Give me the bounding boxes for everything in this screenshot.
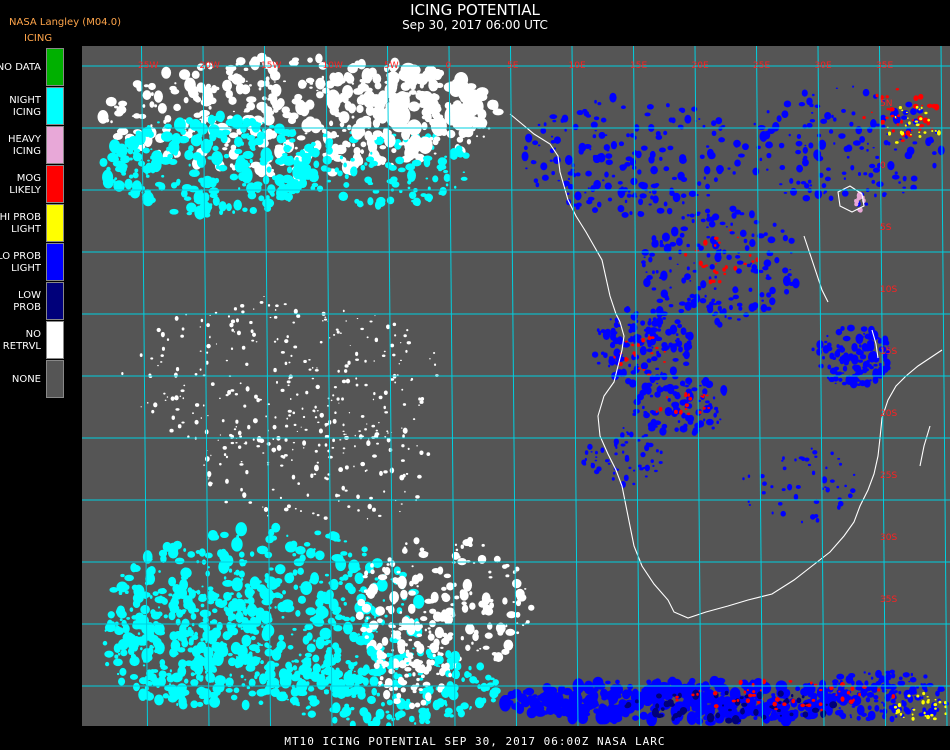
legend-label: MOG LIKELY — [9, 172, 41, 196]
longitude-label: 25W — [138, 61, 158, 71]
map-date: Sep 30, 2017 06:00 UTC — [402, 18, 548, 32]
legend-label: HI PROB LIGHT — [0, 211, 41, 235]
longitude-label: 25E — [753, 61, 770, 71]
legend-label: LOW PROB — [13, 289, 41, 313]
longitude-label: 5W — [384, 61, 399, 71]
longitude-label: 20W — [200, 61, 220, 71]
longitude-label: 20E — [692, 61, 709, 71]
legend-swatch — [46, 321, 64, 359]
latitude-label: 5S — [880, 223, 892, 233]
latitude-label: 10S — [880, 285, 897, 295]
source-label: NASA Langley (M04.0) — [9, 17, 121, 28]
legend-swatch — [46, 48, 64, 86]
latitude-label: 5N — [880, 99, 892, 109]
footer-caption: MT10 ICING POTENTIAL SEP 30, 2017 06:00Z… — [284, 735, 666, 748]
legend-label: HEAVY ICING — [8, 133, 41, 157]
legend-item: LOW PROB — [0, 282, 66, 321]
legend-item: NONE — [0, 360, 66, 399]
legend-label: NO DATA — [0, 61, 41, 73]
latitude-label: 35S — [880, 595, 897, 605]
legend-item: NO RETRVL — [0, 321, 66, 360]
legend-title: ICING — [24, 33, 53, 44]
legend-label: NIGHT ICING — [9, 94, 41, 118]
legend-label: LO PROB LIGHT — [0, 250, 41, 274]
longitude-label: 15W — [261, 61, 281, 71]
legend-swatch — [46, 243, 64, 281]
legend-item: MOG LIKELY — [0, 165, 66, 204]
legend-item: HEAVY ICING — [0, 126, 66, 165]
latitude-label: 20S — [880, 409, 897, 419]
legend-label: NO RETRVL — [2, 328, 41, 352]
longitude-label: 35E — [876, 61, 893, 71]
legend: NO DATA NIGHT ICING HEAVY ICING MOG LIKELY H… — [0, 48, 66, 399]
longitude-label: 0 — [446, 61, 452, 71]
longitude-label: 10E — [569, 61, 586, 71]
legend-item: NIGHT ICING — [0, 87, 66, 126]
legend-item: LO PROB LIGHT — [0, 243, 66, 282]
legend-item: NO DATA — [0, 48, 66, 87]
map-title: ICING POTENTIAL — [410, 1, 540, 19]
latitude-label: 25S — [880, 471, 897, 481]
longitude-label: 30E — [815, 61, 832, 71]
legend-swatch — [46, 204, 64, 242]
legend-swatch — [46, 165, 64, 203]
legend-swatch — [46, 126, 64, 164]
icing-map: 25W 20W 15W 10W 5W 0 5E 10E 15E 20E 25E 30E 35E 5N 0 5S… — [82, 46, 950, 726]
legend-swatch — [46, 282, 64, 320]
latitude-label: 30S — [880, 533, 897, 543]
longitude-label: 15E — [630, 61, 647, 71]
latitude-label: 0 — [880, 161, 886, 171]
legend-item: HI PROB LIGHT — [0, 204, 66, 243]
legend-label: NONE — [11, 373, 41, 385]
legend-swatch — [46, 87, 64, 125]
legend-swatch — [46, 360, 64, 398]
longitude-label: 5E — [507, 61, 519, 71]
latitude-label: 15S — [880, 347, 897, 357]
longitude-label: 10W — [323, 61, 343, 71]
